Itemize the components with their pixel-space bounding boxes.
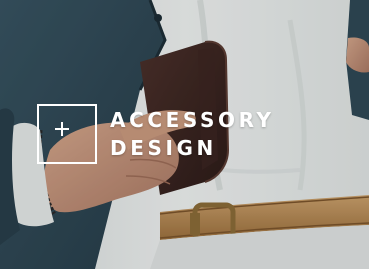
accessory-design-promo-card[interactable]: ACCESSORY DESIGN: [0, 0, 369, 269]
promo-title-line1: ACCESSORY: [110, 108, 275, 132]
promo-title: ACCESSORY DESIGN: [110, 106, 275, 162]
plus-badge[interactable]: [37, 104, 97, 164]
plus-icon: [55, 122, 69, 136]
promo-title-line2: DESIGN: [110, 136, 217, 160]
